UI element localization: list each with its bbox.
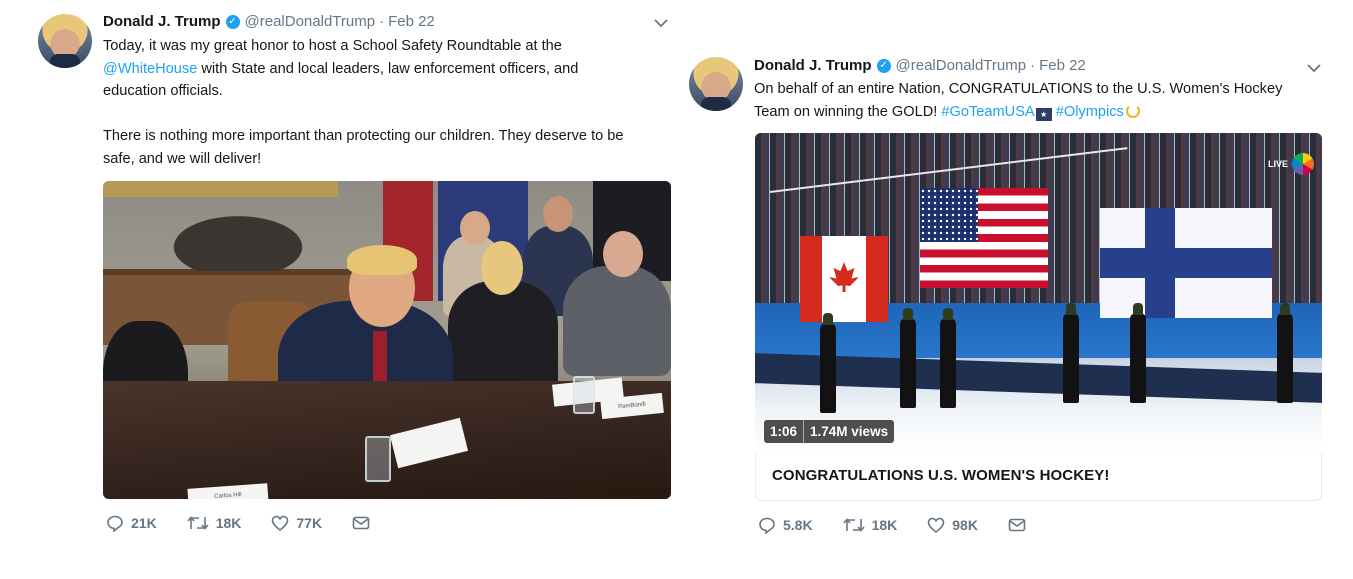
tweet-text: On behalf of an entire Nation, CONGRATUL… bbox=[754, 78, 1334, 123]
direct-message-button[interactable] bbox=[1008, 518, 1033, 532]
photo-person-hair bbox=[347, 245, 417, 275]
author-name[interactable]: Donald J. Trump bbox=[754, 57, 872, 74]
tweet-header: Donald J. Trump ✓ @realDonaldTrump · Feb… bbox=[754, 57, 1086, 74]
nbc-peacock-icon bbox=[1292, 153, 1314, 175]
like-count: 98K bbox=[952, 517, 978, 533]
hashtag-link[interactable]: #GoTeamUSA bbox=[941, 104, 1034, 120]
finland-flag bbox=[1100, 208, 1272, 318]
reply-count: 5.8K bbox=[783, 517, 813, 533]
tweet-video-player[interactable]: LIVE 1:06 1.74M views bbox=[755, 133, 1322, 452]
reply-count: 21K bbox=[131, 515, 157, 531]
like-icon bbox=[272, 515, 289, 531]
tweet-actions: 5.8K 18K 98K bbox=[758, 516, 1063, 534]
video-card-title-bar[interactable]: CONGRATULATIONS U.S. WOMEN'S HOCKEY! bbox=[755, 452, 1322, 501]
reply-icon bbox=[107, 515, 123, 532]
tweet-text-line: safe, and we will deliver! bbox=[103, 150, 262, 167]
live-label: LIVE bbox=[1267, 159, 1288, 169]
tweet-card-roundtable[interactable]: Donald J. Trump ✓ @realDonaldTrump · Feb… bbox=[28, 0, 688, 548]
tweet-text-line: Team on winning the GOLD! bbox=[754, 103, 942, 120]
chevron-down-icon[interactable] bbox=[654, 15, 668, 31]
photo-person-hair bbox=[481, 241, 523, 295]
reply-button[interactable]: 21K bbox=[106, 514, 157, 532]
retweet-button[interactable]: 18K bbox=[187, 515, 242, 531]
video-info-badge: 1:06 1.74M views bbox=[764, 420, 895, 443]
verified-badge-icon: ✓ bbox=[225, 14, 240, 29]
tweet-text-line: education officials. bbox=[103, 83, 223, 99]
tweet-text-line: with State and local leaders, law enforc… bbox=[197, 60, 579, 77]
like-icon bbox=[927, 517, 945, 533]
chevron-down-icon[interactable] bbox=[1307, 60, 1321, 76]
honour-guard bbox=[1130, 303, 1146, 403]
photo-tie bbox=[373, 331, 387, 386]
direct-message-icon bbox=[352, 516, 370, 530]
canada-flag bbox=[800, 236, 888, 322]
tweet-date[interactable]: Feb 22 bbox=[388, 13, 435, 30]
retweet-button[interactable]: 18K bbox=[842, 517, 898, 533]
tweet-actions: 21K 18K 77K bbox=[106, 514, 407, 532]
author-handle[interactable]: @realDonaldTrump bbox=[896, 57, 1027, 74]
separator: · bbox=[1030, 57, 1036, 74]
author-name[interactable]: Donald J. Trump bbox=[103, 13, 221, 30]
photo-person-face bbox=[460, 211, 490, 245]
retweet-icon bbox=[187, 516, 209, 530]
photo-person-face bbox=[543, 196, 573, 232]
video-duration: 1:06 bbox=[764, 420, 805, 443]
video-views: 1.74M views bbox=[810, 424, 889, 439]
author-handle[interactable]: @realDonaldTrump bbox=[245, 13, 376, 30]
profile-avatar[interactable] bbox=[38, 14, 92, 68]
profile-avatar[interactable] bbox=[689, 57, 743, 111]
tweet-text: Today, it was my great honor to host a S… bbox=[103, 35, 683, 170]
live-broadcast-badge: LIVE bbox=[1268, 153, 1314, 175]
retweet-icon bbox=[842, 518, 865, 532]
maple-leaf-icon bbox=[829, 262, 859, 292]
photo-water-glass bbox=[365, 436, 391, 482]
honour-guard bbox=[1063, 303, 1079, 403]
usa-flag-emoji-icon: ★ bbox=[1035, 107, 1052, 121]
usa-flag bbox=[920, 188, 1048, 288]
like-button[interactable]: 77K bbox=[271, 515, 322, 531]
direct-message-icon bbox=[1008, 518, 1026, 532]
like-button[interactable]: 98K bbox=[927, 517, 978, 533]
bison-sculpture bbox=[163, 211, 313, 271]
mention-link[interactable]: @WhiteHouse bbox=[103, 61, 197, 77]
tweet-photo[interactable]: Carlos Hill PamBondi bbox=[103, 181, 671, 499]
photo-person bbox=[563, 266, 671, 376]
photo-person-face bbox=[603, 231, 643, 277]
like-count: 77K bbox=[296, 515, 323, 531]
tweet-card-hockey[interactable]: Donald J. Trump ✓ @realDonaldTrump · Feb… bbox=[680, 44, 1340, 554]
direct-message-button[interactable] bbox=[352, 516, 377, 530]
verified-badge-icon: ✓ bbox=[876, 58, 891, 73]
reply-button[interactable]: 5.8K bbox=[758, 516, 813, 534]
photo-water-glass bbox=[573, 376, 595, 414]
separator: · bbox=[379, 13, 385, 30]
photo-frame-detail bbox=[103, 181, 338, 197]
retweet-count: 18K bbox=[215, 515, 242, 531]
reply-icon bbox=[759, 517, 775, 534]
honour-guard bbox=[1277, 303, 1293, 403]
photo-person bbox=[448, 281, 558, 391]
honour-guard bbox=[940, 308, 956, 408]
tweet-text-line: Today, it was my great honor to host a S… bbox=[103, 38, 562, 54]
honour-guard bbox=[900, 308, 916, 408]
retweet-count: 18K bbox=[871, 517, 898, 533]
tweet-header: Donald J. Trump ✓ @realDonaldTrump · Feb… bbox=[103, 13, 435, 30]
tweet-text-line: There is nothing more important than pro… bbox=[103, 128, 624, 144]
video-card-title: CONGRATULATIONS U.S. WOMEN'S HOCKEY! bbox=[772, 467, 1110, 484]
usa-flag-canton bbox=[920, 188, 978, 242]
honour-guard bbox=[820, 313, 836, 413]
tweet-date[interactable]: Feb 22 bbox=[1039, 57, 1086, 74]
tweet-text-line: On behalf of an entire Nation, CONGRATUL… bbox=[754, 81, 1283, 97]
hashtag-link[interactable]: #Olympics bbox=[1052, 104, 1124, 120]
finland-cross-horizontal bbox=[1100, 248, 1272, 278]
olympic-wreath-emoji-icon bbox=[1125, 103, 1140, 118]
